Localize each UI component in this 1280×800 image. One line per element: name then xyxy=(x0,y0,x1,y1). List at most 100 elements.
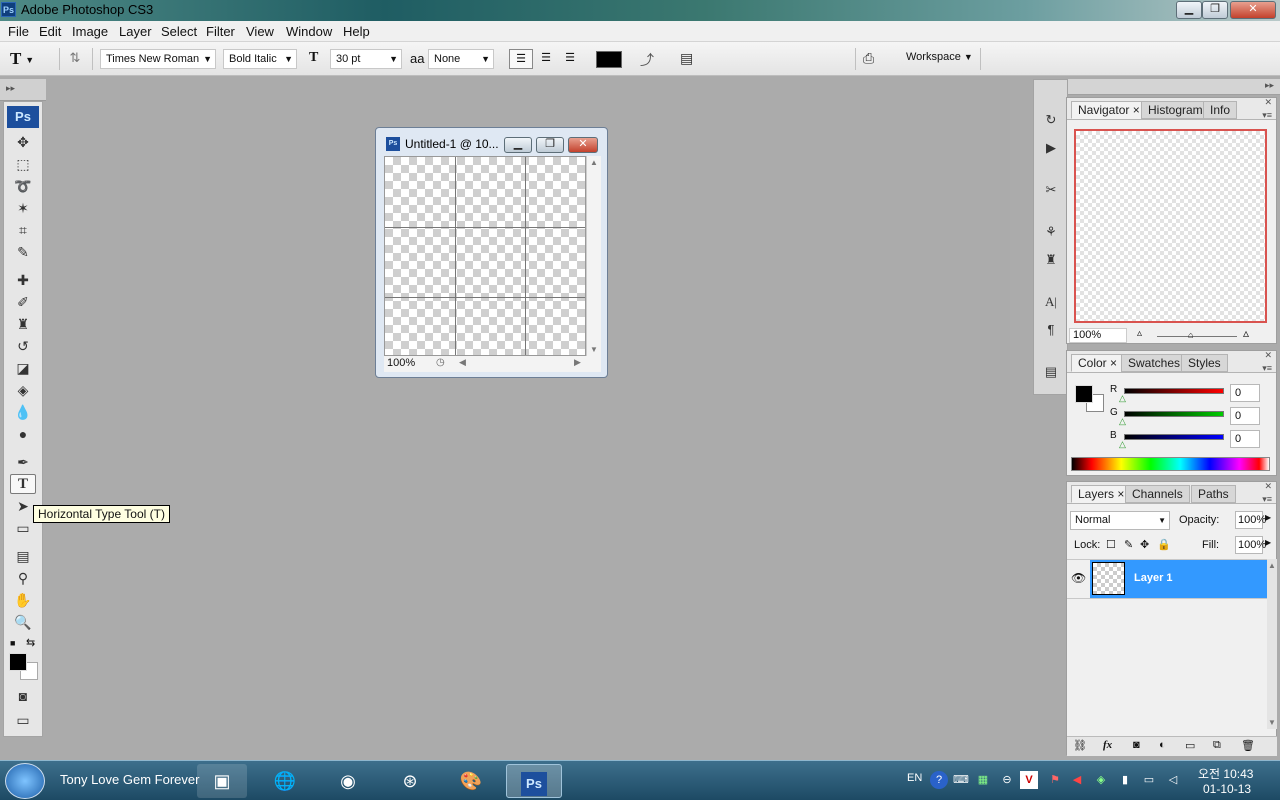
color-spectrum-ramp[interactable] xyxy=(1071,457,1270,471)
tab-styles[interactable]: Styles xyxy=(1181,354,1228,372)
bridge-icon[interactable]: ⎙ xyxy=(863,50,874,67)
new-layer-icon[interactable]: ⧉ xyxy=(1213,739,1221,752)
new-group-icon[interactable]: ▭ xyxy=(1185,739,1195,752)
screen-mode-icon[interactable]: ▭ xyxy=(10,710,36,730)
color-panel-close-icon[interactable]: ✕ xyxy=(1264,350,1272,361)
ime-tray-icon[interactable]: ⌨ xyxy=(952,771,970,789)
palettes-toggle-icon[interactable]: ▤ xyxy=(680,50,693,67)
layers-panel-close-icon[interactable]: ✕ xyxy=(1264,481,1272,492)
eraser-tool-icon[interactable]: ◪ xyxy=(10,358,36,378)
tab-info[interactable]: Info xyxy=(1203,101,1238,119)
menu-file[interactable]: File xyxy=(8,24,29,39)
text-color-swatch[interactable] xyxy=(596,51,622,68)
help-tray-icon[interactable]: ? xyxy=(930,771,948,789)
eyedropper-tool-icon[interactable]: ⚲ xyxy=(10,568,36,588)
color-foreground-swatch[interactable] xyxy=(1075,385,1093,403)
layer-style-icon[interactable]: fx xyxy=(1103,739,1112,751)
document-zoom[interactable]: 100% xyxy=(387,357,415,369)
blue-slider[interactable] xyxy=(1124,434,1224,440)
warp-text-icon[interactable]: ⤴ xyxy=(640,50,654,70)
menu-edit[interactable]: Edit xyxy=(39,24,61,39)
red-slider-thumb[interactable]: △ xyxy=(1119,393,1126,404)
red-slider[interactable] xyxy=(1124,388,1224,394)
tab-channels[interactable]: Channels xyxy=(1125,485,1190,503)
flag-tray-icon[interactable]: ⚑ xyxy=(1046,771,1064,789)
layer-visibility-eye-icon[interactable]: 👁 xyxy=(1071,571,1086,585)
align-left-button[interactable]: ☰ xyxy=(509,49,533,69)
horizontal-type-tool-icon[interactable]: T xyxy=(10,474,36,494)
font-family-select[interactable]: Times New Roman ▼ xyxy=(100,49,216,69)
pen-tool-icon[interactable]: ✒ xyxy=(10,452,36,472)
expand-dock-icon[interactable]: ▸▸ xyxy=(1265,80,1274,91)
update-tray-icon[interactable]: ◈ xyxy=(1092,771,1110,789)
tab-navigator[interactable]: Navigator × xyxy=(1071,101,1147,119)
blue-slider-thumb[interactable]: △ xyxy=(1119,439,1126,450)
menu-select[interactable]: Select xyxy=(161,24,197,39)
paint-bucket-tool-icon[interactable]: ◈ xyxy=(10,380,36,400)
paint-icon[interactable]: 🎨 xyxy=(446,764,496,798)
add-mask-icon[interactable]: ◙ xyxy=(1133,739,1140,751)
zoom-tool-icon[interactable]: 🔍 xyxy=(10,612,36,632)
healing-brush-tool-icon[interactable]: ✚ xyxy=(10,270,36,290)
clone-source-panel-icon[interactable]: ♜ xyxy=(1040,250,1062,270)
menu-image[interactable]: Image xyxy=(72,24,108,39)
antivirus-tray-icon[interactable]: V xyxy=(1020,771,1038,789)
tool-preset-picker[interactable]: T ▼ xyxy=(10,48,50,70)
green-slider[interactable] xyxy=(1124,411,1224,417)
dodge-tool-icon[interactable]: ● xyxy=(10,424,36,444)
blend-mode-select[interactable]: Normal ▼ xyxy=(1070,511,1170,530)
volume-tray-icon[interactable]: ◁ xyxy=(1164,771,1182,789)
layers-scrollbar[interactable]: ▲ ▼ xyxy=(1267,559,1277,729)
zoom-out-icon[interactable]: ▵ xyxy=(1137,328,1142,339)
navigator-zoom-field[interactable]: 100% xyxy=(1069,328,1127,343)
fill-field[interactable]: 100% xyxy=(1235,536,1266,554)
delete-layer-icon[interactable]: 🗑 xyxy=(1241,739,1255,752)
document-window[interactable]: Ps Untitled-1 @ 10... ▁ ❐ ✕ ▲ ▼ 100% ◷ ◀… xyxy=(375,127,608,378)
tab-color[interactable]: Color × xyxy=(1071,354,1125,372)
opacity-field[interactable]: 100% xyxy=(1235,511,1266,529)
magic-wand-tool-icon[interactable]: ✶ xyxy=(10,198,36,218)
tab-histogram[interactable]: Histogram xyxy=(1141,101,1210,119)
workspace-button[interactable]: Workspace ▼ xyxy=(906,51,973,63)
layer-comps-panel-icon[interactable]: ▤ xyxy=(1040,362,1062,382)
lock-transparency-icon[interactable]: ☐ xyxy=(1106,538,1116,551)
menu-window[interactable]: Window xyxy=(286,24,332,39)
red-value[interactable]: 0 xyxy=(1230,384,1260,402)
text-orientation-icon[interactable]: ⇅ xyxy=(66,50,84,68)
marquee-tool-icon[interactable]: ⬚ xyxy=(10,154,36,174)
clock-date[interactable]: 01-10-13 xyxy=(1203,782,1251,796)
menu-layer[interactable]: Layer xyxy=(119,24,152,39)
hscroll-right-arrow[interactable]: ▶ xyxy=(574,357,581,368)
close-button[interactable]: ✕ xyxy=(1230,1,1276,19)
menu-help[interactable]: Help xyxy=(343,24,370,39)
layer-row[interactable]: 👁 Layer 1 xyxy=(1067,559,1267,599)
fill-flyout-arrow[interactable]: ▶ xyxy=(1265,538,1271,547)
tab-paths[interactable]: Paths xyxy=(1191,485,1236,503)
minimize-button[interactable]: ▁ xyxy=(1176,1,1202,19)
network-tray-icon[interactable]: ▭ xyxy=(1140,771,1158,789)
navigator-zoom-thumb[interactable]: ⌂ xyxy=(1188,330,1193,340)
adjustment-layer-icon[interactable]: ◐ xyxy=(1159,739,1166,751)
doc-minimize-button[interactable]: ▁ xyxy=(504,137,532,153)
navigator-preview[interactable] xyxy=(1074,129,1267,323)
character-panel-icon[interactable]: A| xyxy=(1040,292,1062,312)
computer-monitor-icon[interactable]: ▣ xyxy=(197,764,247,798)
navigator-zoom-slider[interactable] xyxy=(1157,336,1237,337)
clock-time[interactable]: 오전 10:43 xyxy=(1198,765,1253,782)
swap-colors-icon[interactable]: ⇆ xyxy=(26,636,35,649)
antialias-select[interactable]: None ▼ xyxy=(428,49,494,69)
toolbox-handle[interactable]: ▸▸ xyxy=(0,79,46,101)
zoom-in-icon[interactable]: ▵ xyxy=(1243,326,1249,340)
green-slider-thumb[interactable]: △ xyxy=(1119,416,1126,427)
document-canvas[interactable] xyxy=(384,156,586,356)
navigator-close-icon[interactable]: ✕ xyxy=(1264,97,1272,108)
brush-tool-icon[interactable]: ✐ xyxy=(10,292,36,312)
history-brush-tool-icon[interactable]: ↺ xyxy=(10,336,36,356)
speaker-muted-tray-icon[interactable]: ◀ xyxy=(1068,771,1086,789)
status-tray-icon[interactable]: ▦ xyxy=(974,771,992,789)
quick-mask-icon[interactable]: ◙ xyxy=(10,686,36,706)
green-value[interactable]: 0 xyxy=(1230,407,1260,425)
font-style-select[interactable]: Bold Italic ▼ xyxy=(223,49,297,69)
doc-maximize-button[interactable]: ❐ xyxy=(536,137,564,153)
brushes-panel-icon[interactable]: ⚘ xyxy=(1040,222,1062,242)
